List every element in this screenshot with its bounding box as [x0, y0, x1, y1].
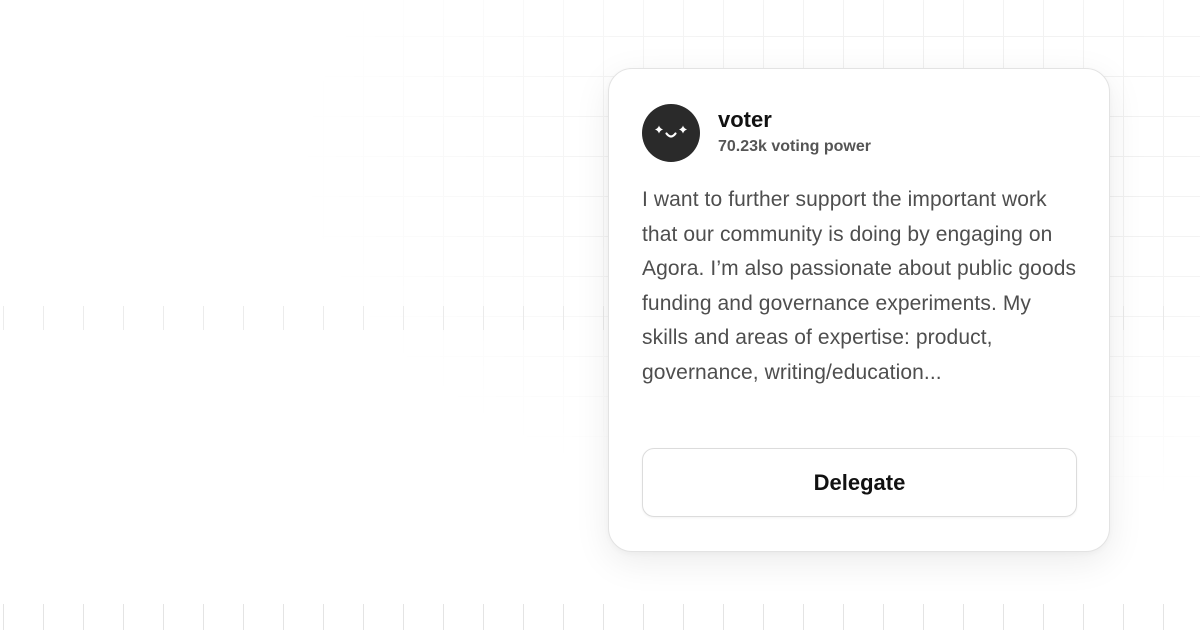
voting-power: 70.23k voting power [718, 138, 871, 155]
sparkle-smile-icon [655, 125, 687, 138]
avatar [642, 104, 700, 162]
delegate-identity: voter 70.23k voting power [718, 107, 871, 157]
grid-dash-row-bottom [0, 604, 1200, 630]
delegate-name: voter [718, 107, 772, 132]
delegate-card: voter 70.23k voting power I want to furt… [608, 68, 1110, 552]
delegate-button[interactable]: Delegate [642, 448, 1077, 517]
delegate-statement: I want to further support the important … [642, 188, 1077, 384]
delegate-header: voter 70.23k voting power [642, 104, 871, 162]
